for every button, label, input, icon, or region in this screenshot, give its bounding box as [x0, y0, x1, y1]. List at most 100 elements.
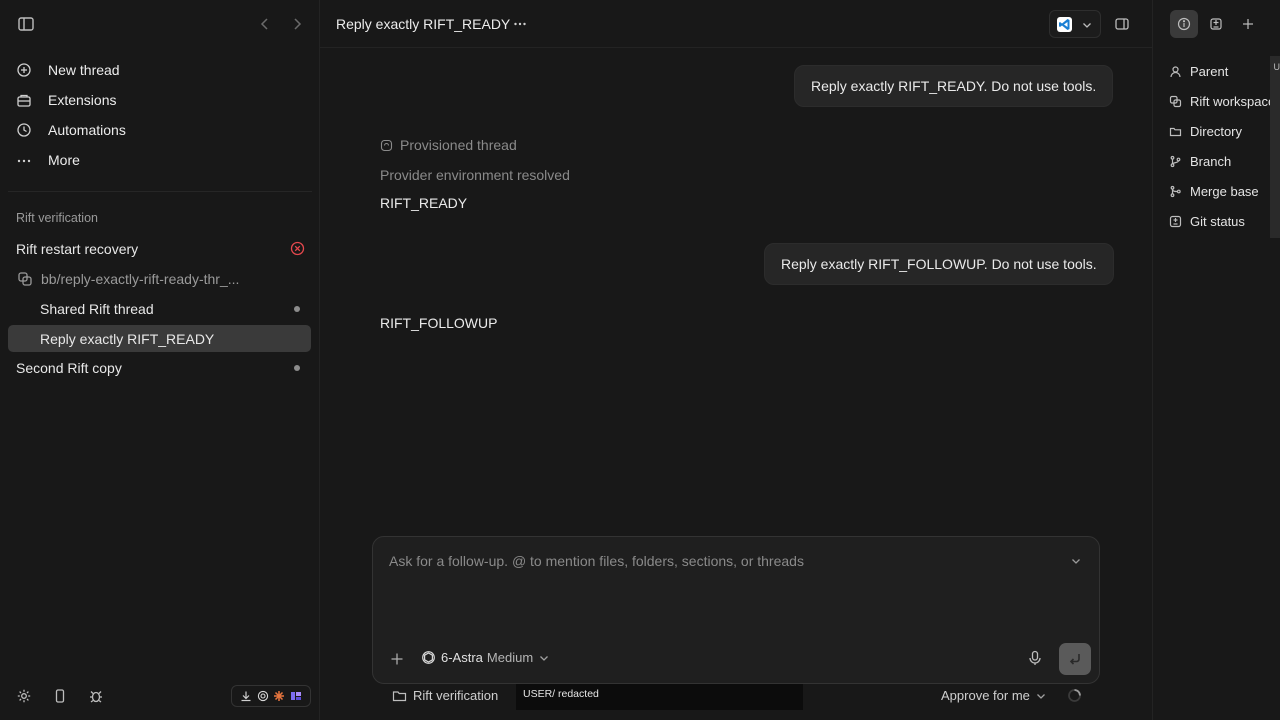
new-thread-button[interactable]: New thread — [8, 55, 312, 85]
detail-label: Branch — [1190, 153, 1232, 169]
main-area: Reply exactly RIFT_READY Reply exactly R… — [320, 0, 1152, 720]
microphone-icon[interactable] — [1027, 650, 1043, 666]
model-selector[interactable]: 6-Astra Medium — [421, 650, 549, 665]
extensions-button[interactable]: Extensions — [8, 85, 312, 115]
status-provider-resolved: Provider environment resolved — [380, 167, 570, 183]
automations-icon — [16, 122, 32, 138]
mobile-device-icon[interactable] — [52, 688, 68, 704]
assistant-reply: RIFT_READY — [380, 195, 468, 211]
new-thread-label: New thread — [48, 62, 120, 78]
thread-second-rift-copy[interactable]: Second Rift copy — [8, 354, 311, 381]
loading-spinner-icon — [1067, 688, 1082, 703]
detail-label: Git status — [1190, 213, 1245, 229]
more-icon — [16, 152, 32, 168]
thread-status-icon — [380, 139, 393, 152]
redacted-overlay: USER/ redacted — [516, 684, 803, 710]
detail-directory[interactable]: Directory — [1169, 116, 1280, 146]
extensions-icon — [16, 92, 32, 108]
right-panel-tabs — [1153, 0, 1280, 48]
gemini-icon — [290, 690, 302, 702]
download-icon — [240, 690, 252, 702]
thread-reply-exactly-rift-ready[interactable]: Reply exactly RIFT_READY — [8, 325, 311, 352]
add-attachment-icon[interactable] — [389, 651, 405, 667]
more-options-icon[interactable] — [512, 17, 528, 31]
composer[interactable]: Ask for a follow-up. @ to mention files,… — [372, 536, 1100, 684]
diff-icon — [1210, 18, 1222, 30]
thread-label: Shared Rift thread — [40, 300, 154, 317]
right-panel-scrollbar[interactable] — [1270, 56, 1280, 238]
folder-icon — [1169, 125, 1182, 138]
sidebar-toggle-icon[interactable] — [17, 15, 35, 33]
chevron-down-icon — [1036, 691, 1046, 701]
worktree-branch-label: bb/reply-exactly-rift-ready-thr_... — [41, 270, 240, 287]
workspace-label: Rift verification — [413, 688, 499, 703]
more-button[interactable]: More — [8, 145, 312, 175]
claude-icon — [273, 690, 285, 702]
automations-button[interactable]: Automations — [8, 115, 312, 145]
new-thread-icon — [16, 62, 32, 78]
vscode-icon — [1057, 17, 1072, 32]
settings-gear-icon[interactable] — [16, 688, 32, 704]
sidebar-nav: New thread Extensions Automations More — [8, 55, 312, 175]
scroll-edge-label: U — [1273, 62, 1280, 72]
workspace-selector[interactable]: Rift verification — [392, 688, 498, 703]
worktree-icon — [1169, 95, 1182, 108]
chevron-down-icon[interactable] — [1070, 555, 1082, 567]
model-tier: Medium — [486, 650, 534, 665]
plus-icon — [1243, 19, 1253, 29]
worktree-branch-row[interactable]: bb/reply-exactly-rift-ready-thr_... — [8, 265, 311, 292]
sidebar-header — [0, 0, 320, 48]
detail-parent[interactable]: Parent — [1169, 56, 1280, 86]
merge-icon — [1169, 185, 1182, 198]
right-panel-toggle-icon[interactable] — [1114, 16, 1130, 32]
composer-footer: Rift verification USER/ redacted Approve… — [372, 684, 1100, 710]
forward-arrow-icon[interactable] — [289, 16, 305, 32]
info-icon — [1177, 17, 1191, 31]
back-arrow-icon[interactable] — [257, 16, 273, 32]
detail-label: Merge base — [1190, 183, 1259, 199]
thread-title[interactable]: Reply exactly RIFT_READY — [336, 16, 510, 32]
assistant-reply: RIFT_FOLLOWUP — [380, 315, 498, 331]
sidebar-divider — [8, 191, 312, 192]
detail-label: Parent — [1190, 63, 1229, 79]
status-text: Provisioned thread — [400, 137, 517, 153]
detail-label: Rift workspace — [1190, 93, 1276, 109]
chevron-down-icon — [539, 653, 549, 663]
composer-input[interactable]: Ask for a follow-up. @ to mention files,… — [389, 553, 804, 569]
thread-details: Parent Rift workspace Directory Branch M… — [1169, 56, 1280, 236]
detail-branch[interactable]: Branch — [1169, 146, 1280, 176]
approval-mode-selector[interactable]: Approve for me — [941, 688, 1046, 703]
status-text: Provider environment resolved — [380, 167, 570, 183]
provider-switcher[interactable] — [231, 685, 311, 707]
sidebar-footer — [0, 680, 320, 712]
detail-merge-base[interactable]: Merge base — [1169, 176, 1280, 206]
error-icon — [290, 241, 305, 256]
extensions-label: Extensions — [48, 92, 117, 108]
thread-label: Reply exactly RIFT_READY — [40, 330, 215, 347]
thread-shared-rift[interactable]: Shared Rift thread — [8, 295, 311, 322]
right-panel: Parent Rift workspace Directory Branch M… — [1152, 0, 1280, 720]
more-label: More — [48, 152, 80, 168]
tab-info[interactable] — [1170, 10, 1198, 38]
user-message: Reply exactly RIFT_FOLLOWUP. Do not use … — [764, 243, 1114, 285]
user-message: Reply exactly RIFT_READY. Do not use too… — [794, 65, 1114, 107]
model-name: 6-Astra — [441, 650, 483, 665]
add-tab-button[interactable] — [1234, 10, 1262, 38]
open-in-editor-button[interactable] — [1049, 10, 1101, 38]
tab-changes[interactable] — [1202, 10, 1230, 38]
thread-header: Reply exactly RIFT_READY — [320, 0, 1152, 48]
folder-icon — [392, 688, 407, 703]
detail-label: Directory — [1190, 123, 1243, 139]
project-title[interactable]: Rift verification — [16, 211, 98, 225]
thread-rift-restart-recovery[interactable]: Rift restart recovery — [8, 235, 311, 262]
bug-icon[interactable] — [88, 688, 104, 704]
openai-icon — [421, 650, 436, 665]
unread-dot — [294, 306, 300, 312]
send-button[interactable] — [1059, 643, 1091, 675]
thread-label: Rift restart recovery — [16, 240, 139, 257]
detail-git-status[interactable]: Git status — [1169, 206, 1280, 236]
worktree-icon — [17, 271, 33, 287]
detail-workspace[interactable]: Rift workspace — [1169, 86, 1280, 116]
chat-transcript: Reply exactly RIFT_READY. Do not use too… — [320, 48, 1152, 518]
person-icon — [1169, 65, 1182, 78]
